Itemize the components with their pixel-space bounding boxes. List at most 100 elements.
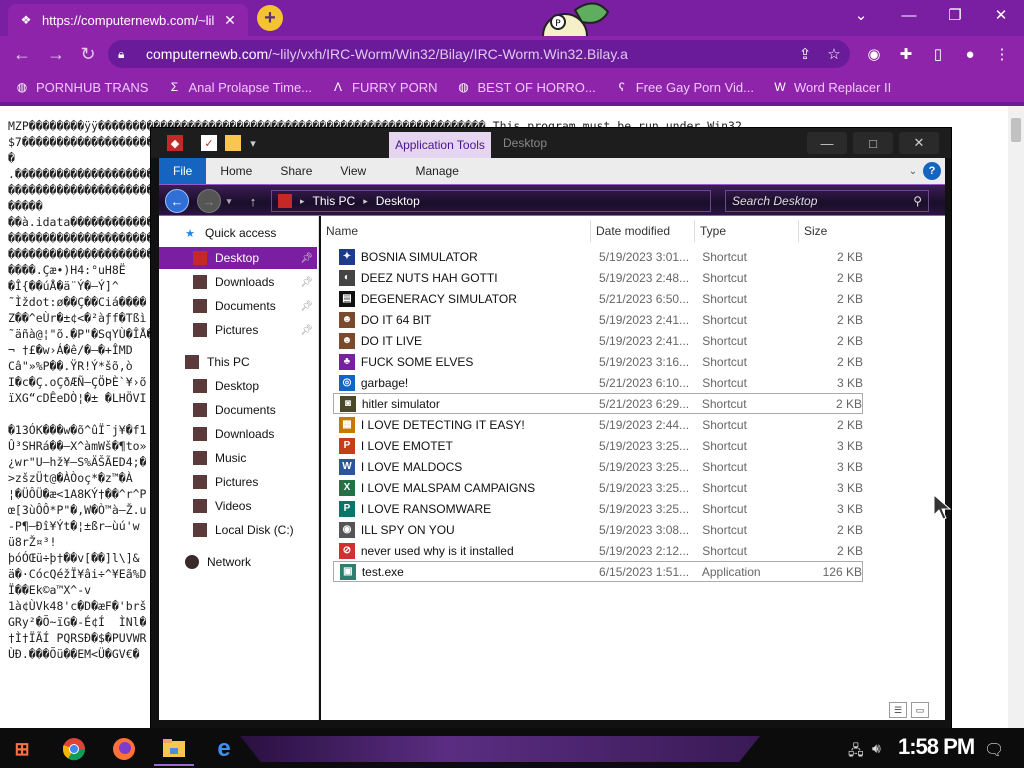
restore-icon[interactable]: ❐ — [932, 4, 978, 26]
file-row[interactable]: ▤ DEGENERACY SIMULATOR 5/21/2023 6:50... Sh… — [333, 288, 863, 309]
file-row[interactable]: ◉ ILL SPY ON YOU 5/19/2023 3:08... Shortcut… — [333, 519, 863, 540]
properties-icon[interactable]: ✓ — [201, 135, 217, 151]
clock[interactable]: 1:58 PM — [898, 734, 975, 760]
bookmark-item[interactable]: ◍ BEST OF HORRO... — [456, 79, 595, 95]
bookmark-item[interactable]: Σ Anal Prolapse Time... — [166, 79, 312, 95]
nav-quick-access[interactable]: ★ Quick access — [159, 222, 317, 244]
nav-pc-music[interactable]: Music — [159, 447, 317, 469]
tab-close-icon[interactable]: ✕ — [222, 12, 238, 28]
pin-icon[interactable]: 📌︎ — [300, 277, 313, 288]
tab-view[interactable]: View — [326, 158, 380, 184]
pin-icon[interactable]: 📌︎ — [300, 301, 313, 312]
profile-icon[interactable]: ● — [960, 44, 980, 64]
extension-avatar-icon[interactable]: ◉ — [864, 44, 884, 64]
file-row[interactable]: ▦ I LOVE DETECTING IT EASY! 5/19/2023 2:44… — [333, 414, 863, 435]
downloads-icon — [193, 275, 207, 289]
chevron-down-icon[interactable]: ⌄ — [903, 158, 923, 184]
breadcrumb-this-pc[interactable]: This PC — [313, 194, 356, 208]
bookmark-item[interactable]: ʕ Free Gay Porn Vid... — [614, 79, 754, 95]
file-row[interactable]: ☻ DO IT LIVE 5/19/2023 2:41... Shortcut 2 KB — [333, 330, 863, 351]
column-name[interactable]: Name — [321, 220, 591, 242]
help-icon[interactable]: ? — [923, 162, 941, 180]
bookmark-item[interactable]: ◍ PORNHUB TRANS — [14, 79, 149, 95]
file-row[interactable]: X I LOVE MALSPAM CAMPAIGNS 5/19/2023 3:25.… — [333, 477, 863, 498]
volume-icon[interactable]: 🔊︎ — [872, 740, 881, 757]
pin-icon[interactable]: 📌︎ — [300, 253, 313, 264]
chrome-icon[interactable] — [54, 732, 94, 766]
forward-icon[interactable]: → — [197, 189, 221, 213]
file-type: Shortcut — [702, 417, 747, 432]
file-row[interactable]: ♣ FUCK SOME ELVES 5/19/2023 3:16... Shortcu… — [333, 351, 863, 372]
recent-dropdown-icon[interactable]: ▾ — [223, 189, 235, 213]
bookmark-star-icon[interactable]: ☆ — [824, 44, 844, 64]
minimize-icon[interactable]: — — [807, 132, 847, 154]
breadcrumb-desktop[interactable]: Desktop — [376, 194, 420, 208]
folder-icon[interactable] — [225, 135, 241, 151]
tab-file[interactable]: File — [159, 158, 207, 184]
page-scrollbar[interactable] — [1008, 106, 1024, 728]
nav-pc-pictures[interactable]: Pictures — [159, 471, 317, 493]
file-row[interactable]: ☻ DO IT 64 BIT 5/19/2023 2:41... Shortcut 2 … — [333, 309, 863, 330]
nav-quick-desktop[interactable]: Desktop 📌︎ — [159, 247, 317, 269]
minimize-icon[interactable]: — — [886, 4, 932, 26]
column-type[interactable]: Type — [695, 220, 799, 242]
large-icons-view-icon[interactable]: ▭ — [911, 702, 929, 718]
nav-quick-documents[interactable]: Documents 📌︎ — [159, 295, 317, 317]
nav-pc-documents[interactable]: Documents — [159, 399, 317, 421]
forward-icon[interactable]: → — [44, 42, 68, 66]
chevron-down-icon[interactable]: ⌄ — [838, 4, 884, 26]
new-tab-button[interactable]: + — [257, 5, 283, 31]
menu-icon[interactable]: ⋮ — [992, 44, 1012, 64]
start-icon[interactable]: ⊞ — [2, 732, 42, 766]
close-icon[interactable]: ✕ — [899, 132, 939, 154]
file-row[interactable]: ✦ BOSNIA SIMULATOR 5/19/2023 3:01... Shortc… — [333, 246, 863, 267]
browser-tab[interactable]: ❖ https://computernewb.com/~lil ✕ — [8, 4, 248, 36]
column-date-modified[interactable]: Date modified — [591, 220, 695, 242]
up-arrow-icon[interactable]: ↑ — [241, 189, 265, 213]
close-icon[interactable]: ✕ — [978, 4, 1024, 26]
nav-pc-videos[interactable]: Videos — [159, 495, 317, 517]
column-size[interactable]: Size — [799, 220, 865, 242]
tab-home[interactable]: Home — [206, 158, 266, 184]
file-row[interactable]: ◎ garbage! 5/21/2023 6:10... Shortcut 3 KB — [333, 372, 863, 393]
dropdown-icon[interactable]: ▾ — [245, 135, 261, 151]
address-bar[interactable]: 🔒︎ computernewb.com/~lily/vxh/IRC-Worm/W… — [108, 40, 850, 68]
tab-manage[interactable]: Manage — [386, 158, 489, 184]
side-panel-icon[interactable]: ▯ — [928, 44, 948, 64]
extensions-icon[interactable]: ✚ — [896, 44, 916, 64]
nav-pc-desktop[interactable]: Desktop — [159, 375, 317, 397]
reload-icon[interactable]: ↻ — [76, 42, 100, 66]
file-row[interactable]: P I LOVE RANSOMWARE 5/19/2023 3:25... Short… — [333, 498, 863, 519]
pin-icon[interactable]: 📌︎ — [300, 325, 313, 336]
file-explorer-icon[interactable] — [154, 732, 194, 766]
back-icon[interactable]: ← — [10, 42, 34, 66]
bookmark-item[interactable]: W Word Replacer II — [772, 79, 891, 95]
nav-quick-pictures[interactable]: Pictures 📌︎ — [159, 319, 317, 341]
nav-network[interactable]: Network — [159, 551, 317, 573]
edge-icon[interactable]: e — [204, 732, 244, 766]
notifications-icon[interactable]: 🗨︎ — [984, 740, 1004, 760]
details-view-icon[interactable]: ☰ — [889, 702, 907, 718]
file-row[interactable]: W I LOVE MALDOCS 5/19/2023 3:25... Shortcut… — [333, 456, 863, 477]
tab-favicon-icon: ❖ — [20, 13, 32, 27]
bookmark-item[interactable]: Λ FURRY PORN — [330, 79, 438, 95]
file-row[interactable]: P I LOVE EMOTET 5/19/2023 3:25... Shortcut 3… — [333, 435, 863, 456]
network-tray-icon[interactable]: 🖧︎ — [848, 740, 864, 764]
nav-pc-downloads[interactable]: Downloads — [159, 423, 317, 445]
file-row[interactable]: ◐ DEEZ NUTS HAH GOTTI 5/19/2023 2:48... Sho… — [333, 267, 863, 288]
breadcrumb[interactable]: ▸ This PC ▸ Desktop — [271, 190, 711, 212]
file-row[interactable]: ⊘ never used why is it installed 5/19/2023… — [333, 540, 863, 561]
firefox-icon[interactable] — [104, 732, 144, 766]
nav-pc-local-disk[interactable]: Local Disk (C:) — [159, 519, 317, 541]
file-row[interactable]: ◙ hitler simulator 5/21/2023 6:29... Shortc… — [333, 393, 863, 414]
maximize-icon[interactable]: □ — [853, 132, 893, 154]
file-row[interactable]: ▣ test.exe 6/15/2023 1:51... Application 126… — [333, 561, 863, 582]
nav-quick-downloads[interactable]: Downloads 📌︎ — [159, 271, 317, 293]
tab-share[interactable]: Share — [266, 158, 326, 184]
share-icon[interactable]: ⇪ — [795, 44, 815, 64]
search-input[interactable]: Search Desktop ⚲ — [725, 190, 929, 212]
nav-this-pc[interactable]: This PC — [159, 351, 317, 373]
file-list: Name Date modified Type Size ✦ BOSNIA SIM… — [321, 216, 952, 720]
back-icon[interactable]: ← — [165, 189, 189, 213]
scrollbar-thumb[interactable] — [1011, 118, 1021, 142]
